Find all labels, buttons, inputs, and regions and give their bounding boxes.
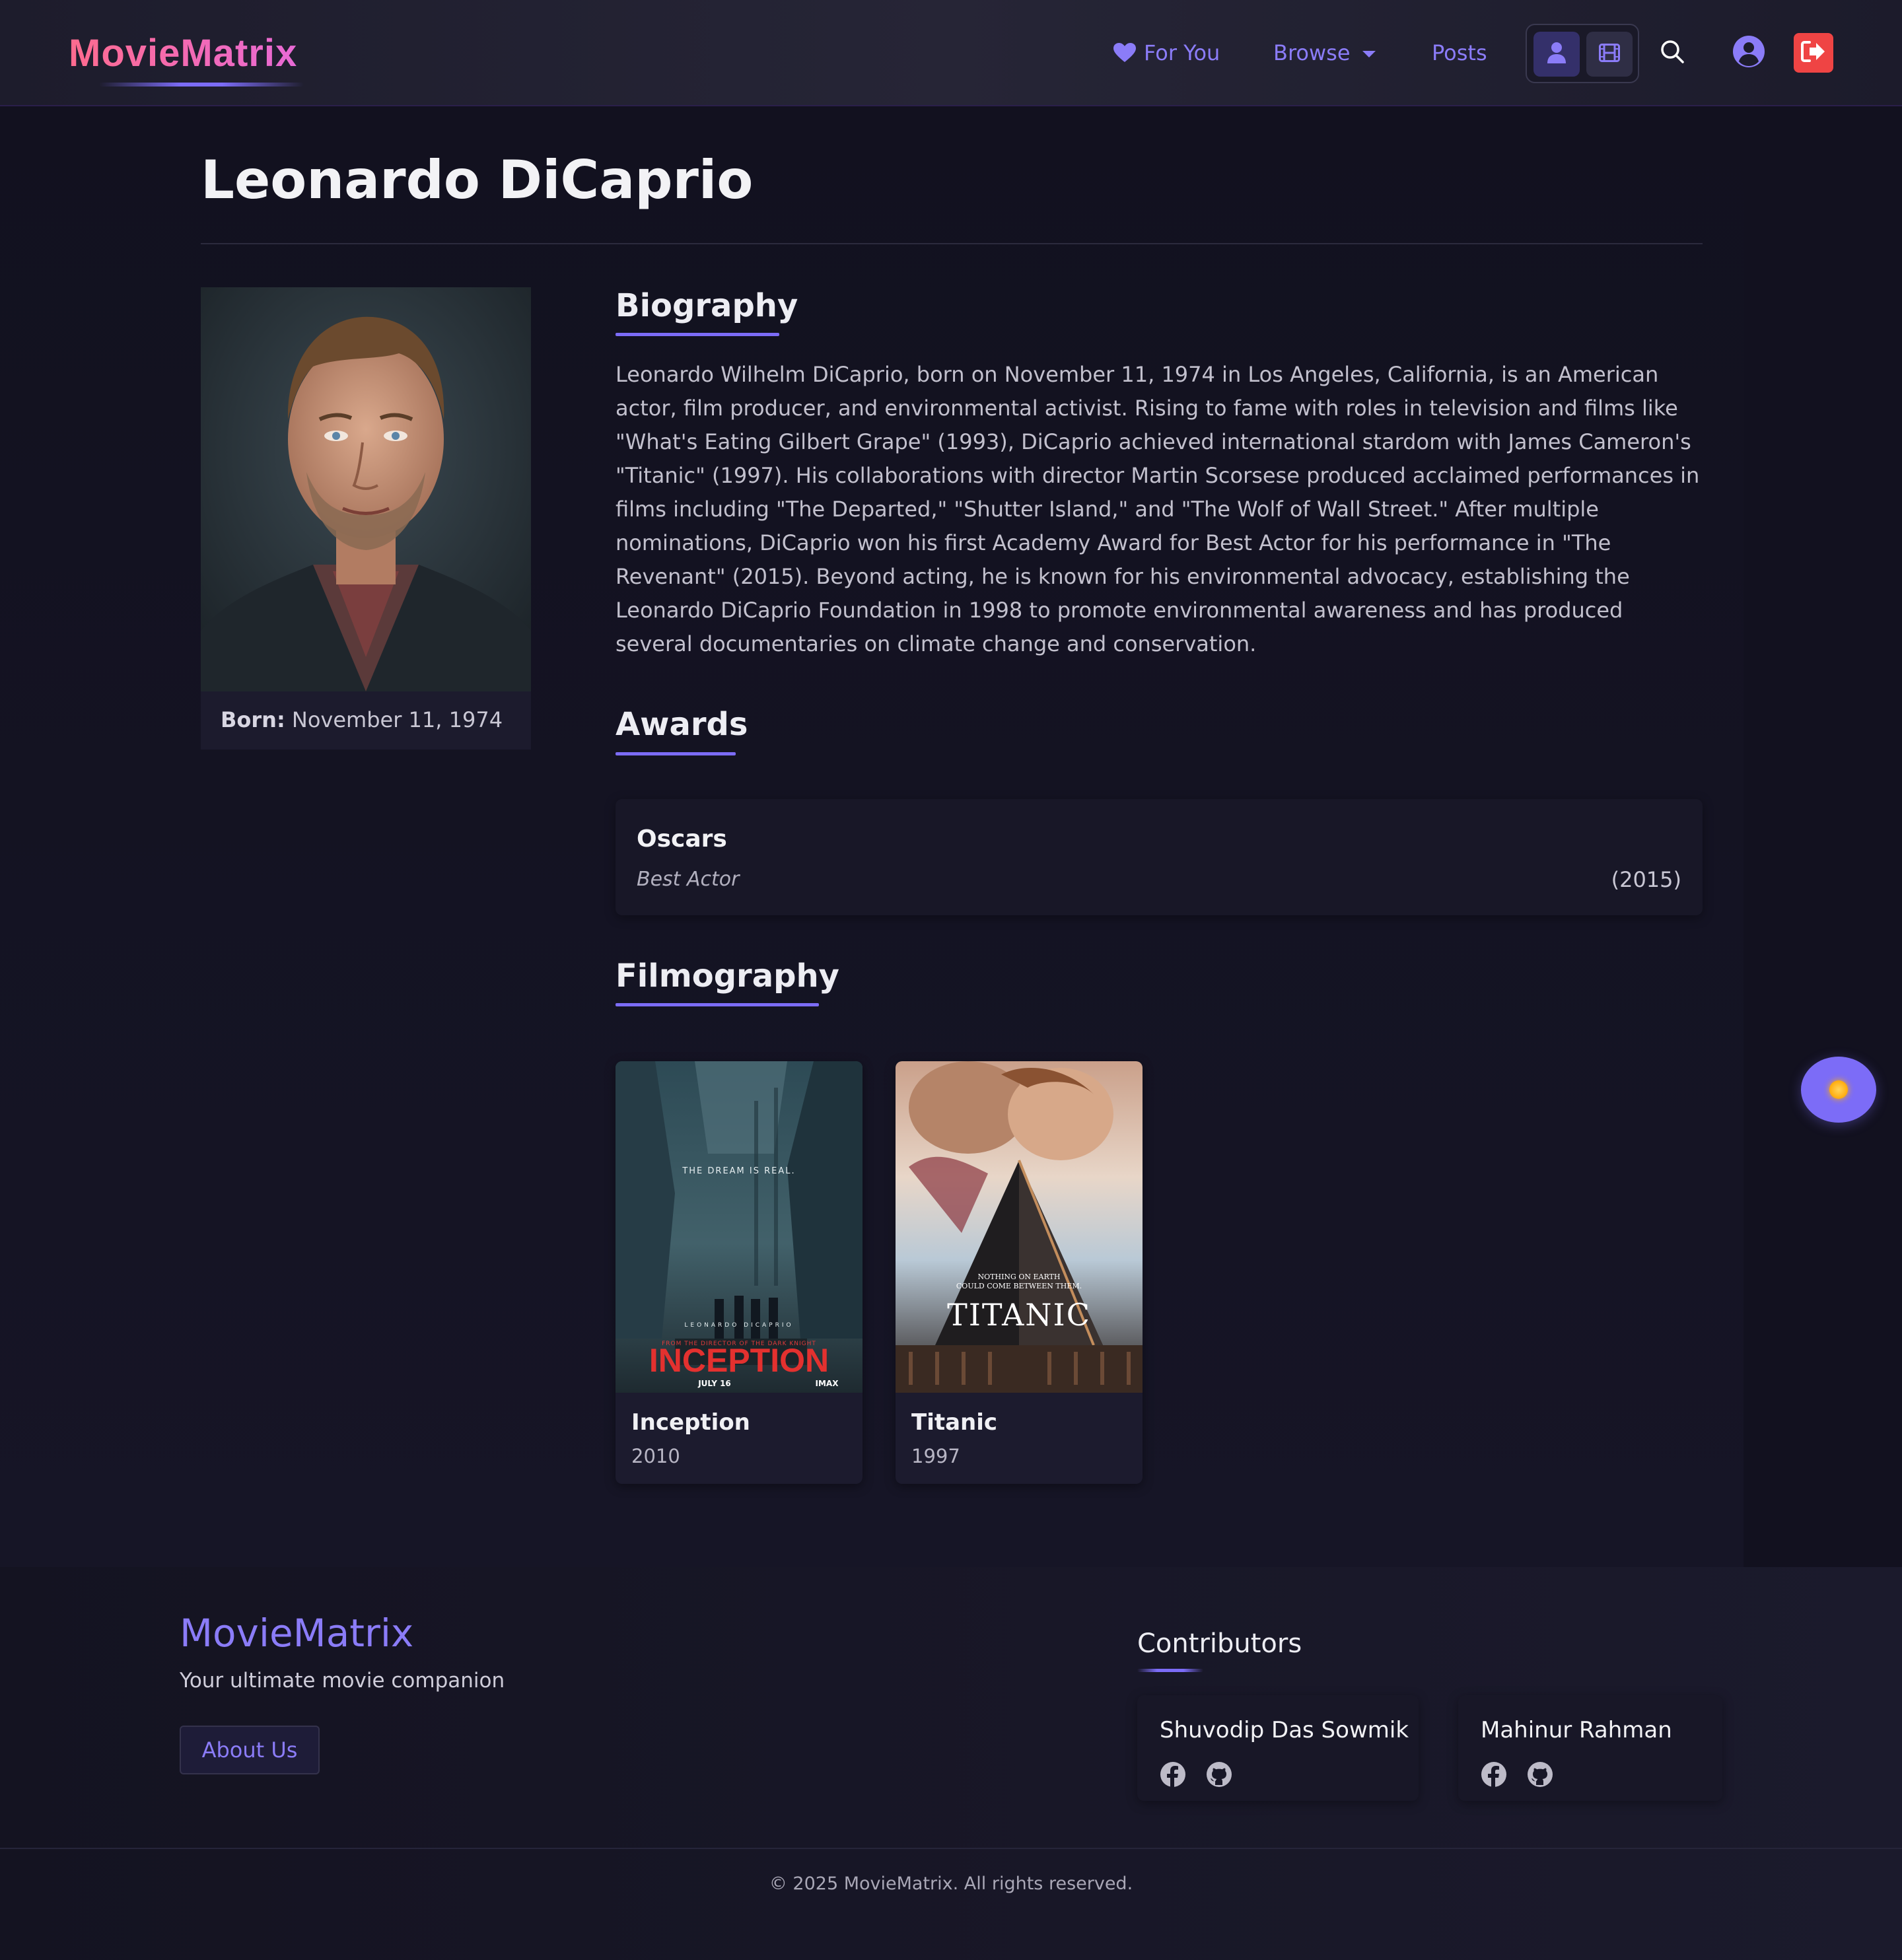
nav-for-you[interactable]: For You bbox=[1113, 37, 1220, 69]
inception-release: JULY 16 bbox=[697, 1379, 731, 1388]
film-year: 1997 bbox=[911, 1445, 960, 1467]
page-title: Leonardo DiCaprio bbox=[201, 149, 754, 211]
nav-posts[interactable]: Posts bbox=[1432, 37, 1487, 69]
profile-button[interactable] bbox=[1733, 36, 1765, 70]
logout-button[interactable] bbox=[1794, 33, 1833, 73]
footer: MovieMatrix Your ultimate movie companio… bbox=[0, 1567, 1902, 1960]
contributor-card: Shuvodip Das Sowmik bbox=[1137, 1695, 1419, 1801]
profile-photo bbox=[201, 287, 531, 691]
heart-icon bbox=[1113, 40, 1136, 62]
inception-poster-title: INCEPTION bbox=[649, 1342, 829, 1379]
award-name: Oscars bbox=[637, 825, 727, 853]
chevron-down-icon bbox=[1362, 51, 1376, 57]
navbar: MovieMatrix For You Browse Posts bbox=[0, 0, 1902, 106]
biography-heading: Biography bbox=[616, 287, 798, 324]
film-card-titanic[interactable]: NOTHING ON EARTH COULD COME BETWEEN THEM… bbox=[896, 1061, 1143, 1484]
nav-for-you-label: For You bbox=[1144, 40, 1220, 65]
film-title: Titanic bbox=[911, 1409, 998, 1436]
contributors-underline bbox=[1137, 1669, 1203, 1672]
inception-format: IMAX bbox=[816, 1379, 839, 1388]
born-date: Born: November 11, 1974 bbox=[221, 703, 503, 736]
logout-icon bbox=[1800, 40, 1827, 66]
brand-logo[interactable]: MovieMatrix bbox=[69, 30, 297, 77]
born-label: Born: bbox=[221, 707, 285, 732]
titanic-poster: NOTHING ON EARTH COULD COME BETWEEN THEM… bbox=[896, 1061, 1143, 1393]
biography-text: Leonardo Wilhelm DiCaprio, born on Novem… bbox=[616, 362, 1700, 656]
footer-brand: MovieMatrix bbox=[180, 1611, 414, 1656]
search-button[interactable] bbox=[1656, 37, 1688, 69]
nav-browse-label: Browse bbox=[1273, 40, 1351, 65]
contributors-heading: Contributors bbox=[1137, 1628, 1302, 1659]
award-card: Oscars Best Actor (2015) bbox=[616, 799, 1703, 915]
facebook-icon[interactable] bbox=[1160, 1761, 1186, 1788]
nav-browse-dropdown[interactable]: Browse bbox=[1273, 37, 1376, 69]
view-toggle-group bbox=[1526, 24, 1639, 83]
filmography-heading: Filmography bbox=[616, 958, 839, 995]
github-icon[interactable] bbox=[1527, 1761, 1553, 1788]
people-view-button[interactable] bbox=[1533, 32, 1580, 77]
film-year: 2010 bbox=[631, 1445, 680, 1467]
footer-tagline: Your ultimate movie companion bbox=[180, 1669, 505, 1693]
about-us-button[interactable]: About Us bbox=[180, 1726, 320, 1774]
film-card-inception[interactable]: THE DREAM IS REAL. LEONARDO DICAPRIO FRO… bbox=[616, 1061, 863, 1484]
sun-icon bbox=[1829, 1080, 1848, 1099]
github-icon[interactable] bbox=[1206, 1761, 1232, 1788]
contributor-name: Mahinur Rahman bbox=[1481, 1717, 1672, 1743]
award-year: (2015) bbox=[1611, 867, 1681, 892]
inception-poster: THE DREAM IS REAL. LEONARDO DICAPRIO FRO… bbox=[616, 1061, 863, 1393]
inception-tagline: THE DREAM IS REAL. bbox=[682, 1166, 795, 1176]
film-title: Inception bbox=[631, 1409, 750, 1436]
contributor-card: Mahinur Rahman bbox=[1458, 1695, 1722, 1801]
titanic-tagline-2: COULD COME BETWEEN THEM. bbox=[956, 1282, 1082, 1290]
award-category: Best Actor bbox=[637, 868, 740, 891]
profile-card: Born: November 11, 1974 bbox=[201, 287, 531, 750]
born-value: November 11, 1974 bbox=[291, 707, 503, 732]
nav-posts-label: Posts bbox=[1432, 40, 1487, 65]
copyright-text: © 2025 MovieMatrix. All rights reserved. bbox=[769, 1873, 1133, 1894]
theme-toggle-button[interactable] bbox=[1801, 1057, 1876, 1123]
awards-underline bbox=[616, 752, 736, 755]
brand-underline bbox=[99, 83, 304, 87]
inception-actor: LEONARDO DICAPRIO bbox=[684, 1322, 793, 1329]
movies-view-button[interactable] bbox=[1586, 32, 1633, 77]
titanic-tagline-1: NOTHING ON EARTH bbox=[978, 1273, 1061, 1281]
person-icon bbox=[1547, 42, 1566, 66]
divider bbox=[201, 243, 1703, 244]
user-circle-icon bbox=[1733, 36, 1765, 70]
film-icon bbox=[1599, 44, 1620, 65]
titanic-poster-title: TITANIC bbox=[947, 1297, 1091, 1333]
footer-divider bbox=[0, 1848, 1902, 1849]
search-icon bbox=[1660, 39, 1685, 67]
facebook-icon[interactable] bbox=[1481, 1761, 1507, 1788]
contributor-name: Shuvodip Das Sowmik bbox=[1160, 1717, 1409, 1743]
filmography-underline bbox=[616, 1003, 819, 1006]
awards-heading: Awards bbox=[616, 706, 748, 743]
biography-underline bbox=[616, 333, 779, 336]
